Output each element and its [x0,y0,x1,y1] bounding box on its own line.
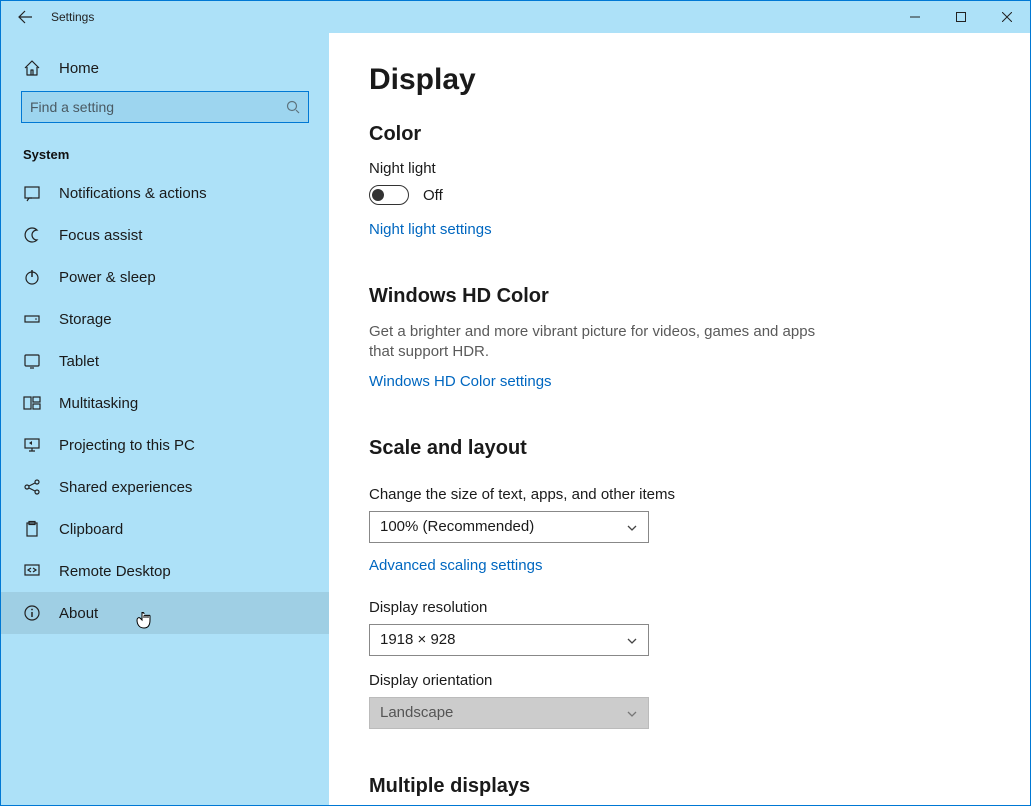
projecting-icon [23,436,41,454]
minimize-button[interactable] [892,1,938,33]
section-multiple-heading: Multiple displays [369,775,990,798]
titlebar: Settings [1,1,1030,33]
resolution-value: 1918 × 928 [380,631,456,648]
resolution-dropdown[interactable]: 1918 × 928 [369,624,649,656]
hdcolor-desc: Get a brighter and more vibrant picture … [369,322,829,363]
sidebar-item-label: Remote Desktop [59,563,171,580]
shared-icon [23,478,41,496]
back-button[interactable] [17,9,33,25]
sidebar-item-focus-assist[interactable]: Focus assist [1,214,329,256]
hdcolor-settings-link[interactable]: Windows HD Color settings [369,373,552,390]
cursor-pointer-icon [136,610,152,630]
sidebar-item-label: Notifications & actions [59,185,207,202]
sidebar-item-label: About [59,605,98,622]
sidebar-item-label: Shared experiences [59,479,192,496]
sidebar-item-remote-desktop[interactable]: Remote Desktop [1,550,329,592]
resolution-label: Display resolution [369,599,990,616]
night-light-state: Off [423,187,443,204]
text-size-value: 100% (Recommended) [380,518,534,535]
power-icon [23,268,41,286]
page-title: Display [369,63,990,97]
orientation-dropdown: Landscape [369,697,649,729]
sidebar-item-about[interactable]: About [1,592,329,634]
sidebar-item-label: Power & sleep [59,269,156,286]
sidebar-item-projecting[interactable]: Projecting to this PC [1,424,329,466]
settings-window: Settings Home [0,0,1031,806]
sidebar-item-shared-experiences[interactable]: Shared experiences [1,466,329,508]
sidebar-item-storage[interactable]: Storage [1,298,329,340]
sidebar-home[interactable]: Home [1,49,329,91]
focus-assist-icon [23,226,41,244]
search-icon [286,100,300,114]
sidebar-item-multitasking[interactable]: Multitasking [1,382,329,424]
night-light-settings-link[interactable]: Night light settings [369,221,492,238]
clipboard-icon [23,520,41,538]
sidebar-item-power-sleep[interactable]: Power & sleep [1,256,329,298]
sidebar: Home System Notifications & actions [1,33,329,805]
window-controls [892,1,1030,33]
sidebar-item-label: Clipboard [59,521,123,538]
multitasking-icon [23,394,41,412]
toggle-knob [372,189,384,201]
sidebar-item-label: Multitasking [59,395,138,412]
chevron-down-icon [626,521,638,533]
sidebar-item-clipboard[interactable]: Clipboard [1,508,329,550]
sidebar-item-label: Storage [59,311,112,328]
search-input[interactable] [30,99,286,115]
orientation-value: Landscape [380,704,453,721]
sidebar-nav-list: Notifications & actions Focus assist Pow… [1,172,329,634]
chevron-down-icon [626,634,638,646]
night-light-label: Night light [369,160,990,177]
maximize-button[interactable] [938,1,984,33]
sidebar-item-notifications[interactable]: Notifications & actions [1,172,329,214]
tablet-icon [23,352,41,370]
section-hdcolor-heading: Windows HD Color [369,285,990,308]
storage-icon [23,310,41,328]
search-box[interactable] [21,91,309,123]
section-color-heading: Color [369,123,990,146]
sidebar-home-label: Home [59,60,99,77]
close-button[interactable] [984,1,1030,33]
orientation-label: Display orientation [369,672,990,689]
content-panel: Display Color Night light Off Night ligh… [329,33,1030,805]
sidebar-item-label: Projecting to this PC [59,437,195,454]
sidebar-item-label: Tablet [59,353,99,370]
notifications-icon [23,184,41,202]
sidebar-item-tablet[interactable]: Tablet [1,340,329,382]
sidebar-section-label: System [1,141,329,172]
remote-desktop-icon [23,562,41,580]
sidebar-item-label: Focus assist [59,227,142,244]
text-size-label: Change the size of text, apps, and other… [369,486,990,503]
chevron-down-icon [626,707,638,719]
night-light-toggle[interactable] [369,185,409,205]
advanced-scaling-link[interactable]: Advanced scaling settings [369,557,542,574]
window-title: Settings [51,10,94,24]
text-size-dropdown[interactable]: 100% (Recommended) [369,511,649,543]
about-icon [23,604,41,622]
section-scale-heading: Scale and layout [369,437,990,460]
home-icon [23,59,41,77]
